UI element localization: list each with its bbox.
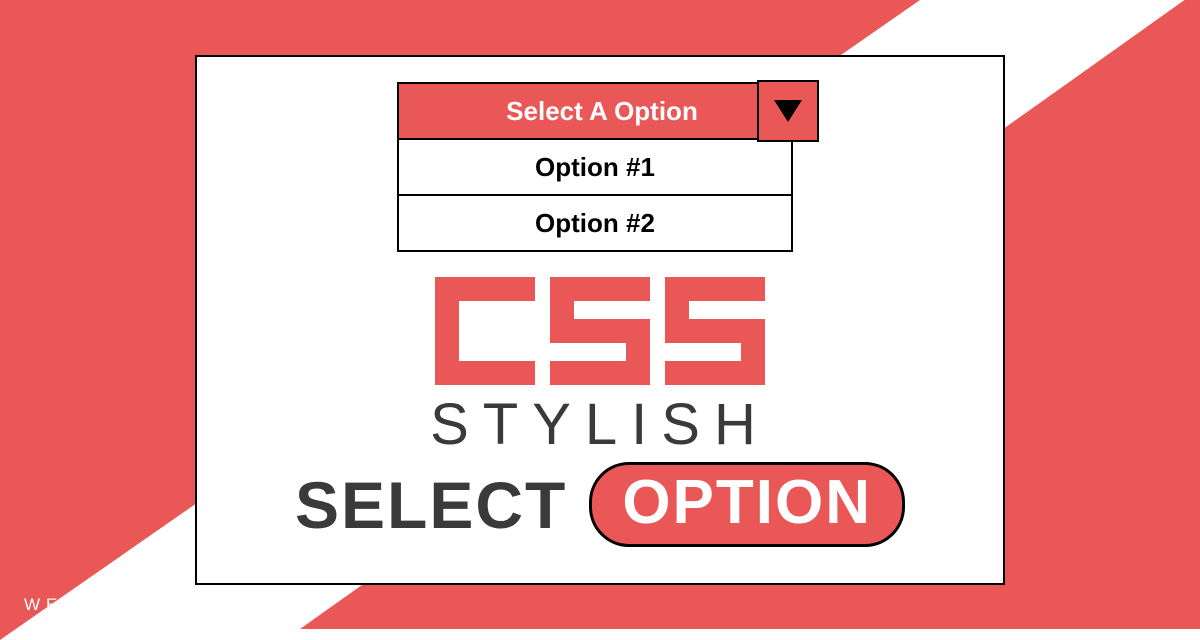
css-logo [197,277,1003,385]
select-dropdown[interactable]: Select A Option Option #1 Option #2 [397,82,807,252]
chevron-down-icon [774,100,802,122]
select-word: SELECT [295,467,567,543]
dropdown-option[interactable]: Option #2 [397,196,793,252]
dropdown-option-label: Option #2 [535,208,655,239]
dropdown-option-label: Option #1 [535,152,655,183]
dropdown-header-label: Select A Option [506,96,698,127]
title-block: STYLISH SELECT OPTION [197,277,1003,547]
dropdown-option[interactable]: Option #1 [397,140,793,196]
option-pill: OPTION [589,462,905,547]
dropdown-toggle-button[interactable] [757,80,819,142]
dropdown-header[interactable]: Select A Option [397,82,807,140]
stylish-word: STYLISH [197,391,1003,458]
demo-card: Select A Option Option #1 Option #2 [195,55,1005,585]
bottom-title-line: SELECT OPTION [197,462,1003,547]
watermark: WEBDEVTRICK.COM [24,595,283,615]
